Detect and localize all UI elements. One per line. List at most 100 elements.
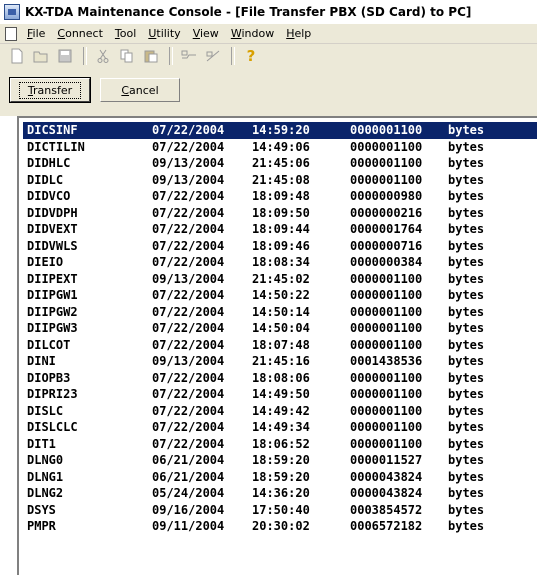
menu-utility[interactable]: Utility (142, 27, 186, 40)
window-title: KX-TDA Maintenance Console - [File Trans… (25, 5, 472, 19)
file-name: PMPR (27, 519, 56, 534)
file-size: 0000001100 (350, 172, 423, 187)
file-row[interactable]: DIDLC 09/13/2004 21:45:08 0000001100 bytes (23, 172, 537, 189)
file-time: 18:09:48 (252, 189, 310, 204)
file-time: 14:50:22 (252, 288, 310, 303)
paste-icon[interactable] (140, 46, 162, 66)
file-row[interactable]: DIPRI23 07/22/2004 14:49:50 0000001100 bytes (23, 386, 537, 403)
file-size: 0000043824 (350, 469, 423, 484)
copy-icon[interactable] (116, 46, 138, 66)
file-size-unit: bytes (448, 139, 485, 154)
cut-icon[interactable] (92, 46, 114, 66)
menu-help[interactable]: Help (280, 27, 317, 40)
file-name: DIIPGW2 (27, 304, 78, 319)
file-row[interactable]: DIIPEXT 09/13/2004 21:45:02 0000001100 bytes (23, 271, 537, 288)
file-date: 05/24/2004 (152, 486, 225, 501)
file-size-unit: bytes (448, 288, 485, 303)
file-row[interactable]: DIEIO 07/22/2004 18:08:34 0000000384 bytes (23, 254, 537, 271)
menu-view[interactable]: View (187, 27, 225, 40)
file-row[interactable]: DIIPGW1 07/22/2004 14:50:22 0000001100 bytes (23, 287, 537, 304)
file-size-unit: bytes (448, 370, 485, 385)
menu-file[interactable]: File (21, 27, 51, 40)
file-row[interactable]: DIT1 07/22/2004 18:06:52 0000001100 bytes (23, 436, 537, 453)
file-name: DIDLC (27, 172, 64, 187)
file-size-unit: bytes (448, 354, 485, 369)
file-row[interactable]: DIDVCO 07/22/2004 18:09:48 0000000980 bytes (23, 188, 537, 205)
file-date: 06/21/2004 (152, 453, 225, 468)
file-time: 18:09:50 (252, 205, 310, 220)
app-icon (4, 4, 20, 20)
menu-window[interactable]: Window (225, 27, 280, 40)
file-name: DIIPGW1 (27, 288, 78, 303)
file-size: 0000001100 (350, 420, 423, 435)
save-icon[interactable] (54, 46, 76, 66)
file-date: 07/22/2004 (152, 139, 225, 154)
transfer-button[interactable]: Transfer (9, 77, 91, 103)
cancel-button[interactable]: Cancel (100, 78, 180, 102)
file-row[interactable]: DIDVEXT 07/22/2004 18:09:44 0000001764 bytes (23, 221, 537, 238)
file-date: 07/22/2004 (152, 337, 225, 352)
file-row[interactable]: DIDVWLS 07/22/2004 18:09:46 0000000716 bytes (23, 238, 537, 255)
connect-icon[interactable] (178, 46, 200, 66)
file-time: 18:06:52 (252, 436, 310, 451)
file-date: 09/13/2004 (152, 172, 225, 187)
file-name: DICSINF (27, 123, 78, 138)
file-size-unit: bytes (448, 271, 485, 286)
file-row[interactable]: DICTILIN 07/22/2004 14:49:06 0000001100 byte… (23, 139, 537, 156)
file-time: 18:07:48 (252, 337, 310, 352)
help-icon[interactable]: ? (240, 46, 262, 66)
file-row[interactable]: DLNG2 05/24/2004 14:36:20 0000043824 bytes (23, 485, 537, 502)
file-time: 18:09:44 (252, 222, 310, 237)
file-date: 07/22/2004 (152, 403, 225, 418)
file-name: DIDHLC (27, 156, 71, 171)
file-row[interactable]: DIIPGW3 07/22/2004 14:50:04 0000001100 bytes (23, 320, 537, 337)
file-size-unit: bytes (448, 486, 485, 501)
file-time: 14:49:06 (252, 139, 310, 154)
file-size: 0000001100 (350, 403, 423, 418)
file-row[interactable]: DSYS 09/16/2004 17:50:40 0003854572 bytes (23, 502, 537, 519)
file-row[interactable]: DILCOT 07/22/2004 18:07:48 0000001100 bytes (23, 337, 537, 354)
file-name: DIEIO (27, 255, 64, 270)
file-size-unit: bytes (448, 453, 485, 468)
file-time: 14:50:04 (252, 321, 310, 336)
file-date: 09/13/2004 (152, 354, 225, 369)
file-name: DINI (27, 354, 56, 369)
file-size: 0000043824 (350, 486, 423, 501)
file-row[interactable]: PMPR 09/11/2004 20:30:02 0006572182 bytes (23, 518, 537, 535)
file-row[interactable]: DINI 09/13/2004 21:45:16 0001438536 bytes (23, 353, 537, 370)
file-row[interactable]: DISLC 07/22/2004 14:49:42 0000001100 bytes (23, 403, 537, 420)
file-name: DIPRI23 (27, 387, 78, 402)
file-row[interactable]: DIIPGW2 07/22/2004 14:50:14 0000001100 bytes (23, 304, 537, 321)
file-row[interactable]: DLNG1 06/21/2004 18:59:20 0000043824 bytes (23, 469, 537, 486)
menu-tool[interactable]: Tool (109, 27, 142, 40)
file-time: 21:45:16 (252, 354, 310, 369)
file-row[interactable]: DICSINF 07/22/2004 14:59:20 0000001100 bytes (23, 122, 537, 139)
file-date: 07/22/2004 (152, 436, 225, 451)
file-date: 09/11/2004 (152, 519, 225, 534)
file-name: DIIPGW3 (27, 321, 78, 336)
document-icon[interactable] (5, 26, 17, 41)
file-name: DIIPEXT (27, 271, 78, 286)
file-row[interactable]: DISLCLC 07/22/2004 14:49:34 0000001100 bytes (23, 419, 537, 436)
file-size-unit: bytes (448, 255, 485, 270)
menu-connect[interactable]: Connect (51, 27, 109, 40)
file-row[interactable]: DIDVDPH 07/22/2004 18:09:50 0000000216 bytes (23, 205, 537, 222)
toolbar-separator (83, 47, 87, 65)
file-name: DSYS (27, 502, 56, 517)
file-row[interactable]: DLNG0 06/21/2004 18:59:20 0000011527 bytes (23, 452, 537, 469)
file-date: 07/22/2004 (152, 123, 225, 138)
file-name: DIDVWLS (27, 238, 78, 253)
file-name: DIOPB3 (27, 370, 71, 385)
file-size-unit: bytes (448, 205, 485, 220)
open-icon[interactable] (30, 46, 52, 66)
file-list[interactable]: DICSINF 07/22/2004 14:59:20 0000001100 bytes… (17, 116, 537, 575)
file-date: 06/21/2004 (152, 469, 225, 484)
file-date: 09/16/2004 (152, 502, 225, 517)
file-row[interactable]: DIDHLC 09/13/2004 21:45:06 0000001100 bytes (23, 155, 537, 172)
file-size-unit: bytes (448, 387, 485, 402)
new-icon[interactable] (6, 46, 28, 66)
file-size-unit: bytes (448, 238, 485, 253)
file-size: 0000001100 (350, 387, 423, 402)
disconnect-icon[interactable] (202, 46, 224, 66)
file-row[interactable]: DIOPB3 07/22/2004 18:08:06 0000001100 bytes (23, 370, 537, 387)
